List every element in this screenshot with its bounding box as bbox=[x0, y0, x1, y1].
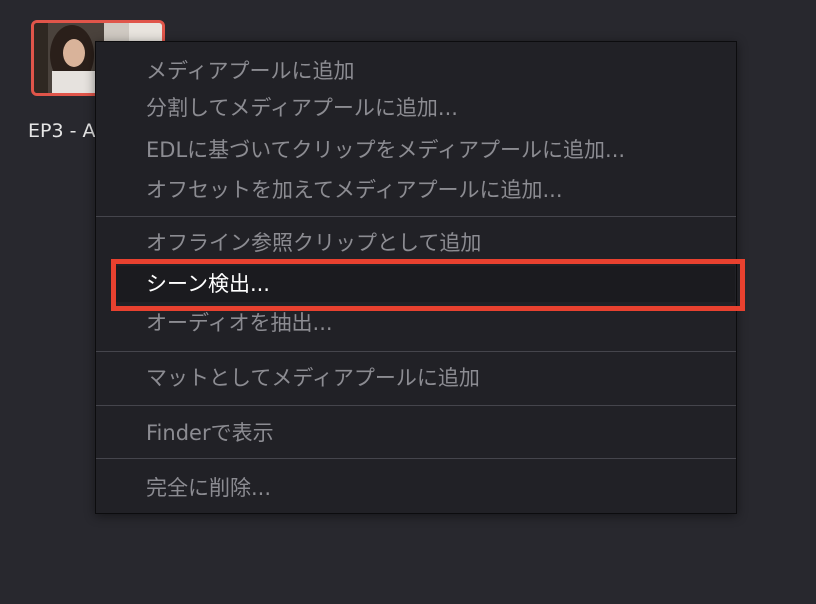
menu-item-split-and-add[interactable]: 分割してメディアプールに追加... bbox=[96, 90, 736, 126]
menu-item-add-as-matte[interactable]: マットとしてメディアプールに追加 bbox=[96, 360, 736, 396]
menu-item-add-offline-reference[interactable]: オフライン参照クリップとして追加 bbox=[96, 225, 736, 261]
menu-item-scene-detect[interactable]: シーン検出... bbox=[115, 266, 735, 302]
context-menu: メディアプールに追加 分割してメディアプールに追加... EDLに基づいてクリッ… bbox=[95, 41, 737, 514]
menu-separator bbox=[96, 216, 736, 217]
menu-separator bbox=[96, 351, 736, 352]
menu-item-add-based-on-edl[interactable]: EDLに基づいてクリップをメディアプールに追加... bbox=[96, 132, 736, 168]
menu-item-extract-audio[interactable]: オーディオを抽出... bbox=[96, 305, 736, 341]
media-pool-panel: EP3 - A メディアプールに追加 分割してメディアプールに追加... EDL… bbox=[0, 0, 816, 604]
menu-item-delete-permanently[interactable]: 完全に削除... bbox=[96, 470, 736, 506]
clip-name[interactable]: EP3 - A bbox=[28, 120, 95, 142]
menu-item-show-in-finder[interactable]: Finderで表示 bbox=[96, 415, 736, 451]
menu-separator bbox=[96, 458, 736, 459]
menu-item-add-to-media-pool[interactable]: メディアプールに追加 bbox=[96, 53, 736, 89]
menu-item-add-with-offset[interactable]: オフセットを加えてメディアプールに追加... bbox=[96, 172, 736, 208]
menu-separator bbox=[96, 405, 736, 406]
